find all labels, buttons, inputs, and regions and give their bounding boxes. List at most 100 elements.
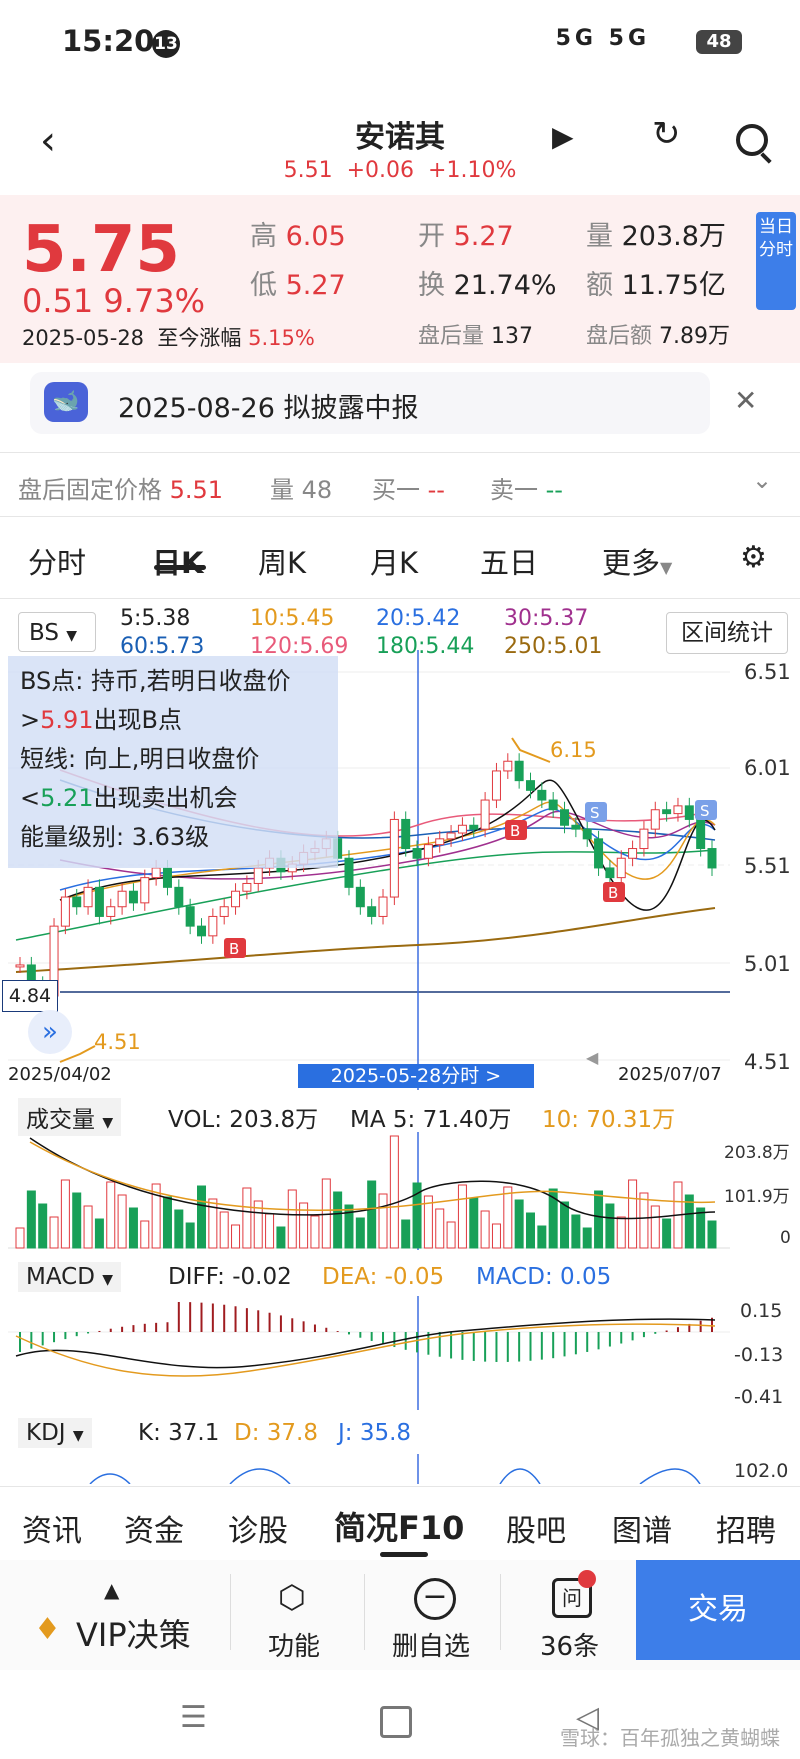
volume-bar [582,1227,592,1249]
tab-intraday[interactable]: 分时 [28,540,86,582]
after-vol-label: 盘后量 [418,324,485,349]
candle [378,896,388,917]
gear-icon[interactable]: ⚙ [740,540,767,575]
home-icon[interactable] [380,1706,412,1738]
candle [480,799,490,830]
intraday-button[interactable]: 当日分时 [756,212,796,310]
candle [197,925,207,937]
refresh-icon[interactable]: ↻ [652,114,681,154]
kdj-j: J: 35.8 [338,1420,412,1446]
candle [548,799,558,811]
vol-tick: 203.8万 [724,1143,790,1163]
volume-bar [15,1227,25,1249]
volume-bar [389,1135,399,1249]
change-pct: 9.73% [103,282,206,320]
volume-bar [650,1205,660,1249]
left-arrow-icon[interactable]: ◀ [586,1048,598,1067]
kdj-label: KDJ [26,1420,66,1446]
open-cell: 开 5.27 [418,214,514,253]
volume-bar [197,1185,207,1249]
chevron-up-icon[interactable]: ▲ [104,1578,119,1602]
messages-button[interactable]: 36条 [540,1626,599,1663]
low-label: 4.51 [94,1030,141,1054]
buy-value: -- [427,476,445,504]
tab-daily-k[interactable]: 日K [152,540,203,582]
tab-f10[interactable]: 简况F10 [334,1503,464,1549]
tab-funds[interactable]: 资金 [124,1506,184,1550]
kdj-select[interactable]: KDJ ▼ [18,1418,92,1448]
volume-bar [49,1216,59,1249]
tooltip-suffix: 出现卖出机会 [93,784,238,812]
tab-news[interactable]: 资讯 [22,1506,82,1550]
search-icon[interactable] [736,124,768,156]
divider [500,1574,501,1650]
tab-diagnosis[interactable]: 诊股 [228,1506,288,1550]
volume-select[interactable]: 成交量 ▼ [18,1098,122,1136]
header-change: +0.06 [346,158,415,183]
volume-bar [344,1204,354,1249]
tab-graph[interactable]: 图谱 [612,1506,672,1550]
unread-dot [578,1570,596,1588]
macd-select[interactable]: MACD ▼ [18,1262,122,1292]
candle [83,886,93,908]
candle [174,886,184,908]
battery-icon: 48 [696,30,742,54]
end-date: 2025/07/07 [618,1064,722,1085]
whale-icon: 🐋 [44,382,88,422]
buy-marker-text: B [608,884,618,902]
tab-more-label: 更多 [602,546,661,580]
turnover-label: 换 [418,270,445,301]
vol-cell: 量 203.8万 [586,214,726,253]
volume-bar [480,1210,490,1249]
volume-bar [469,1197,479,1249]
cursor-date-button[interactable]: 2025-05-28分时 > [298,1064,534,1088]
tooltip-line: 短线: 向上,明日收盘价 [20,745,260,773]
candle [140,877,150,904]
status-time: 15:20 [62,24,155,58]
buy-marker-text: B [510,822,520,840]
candle [491,770,501,801]
trade-button[interactable]: 交易 [636,1560,800,1660]
caret-down-icon: ▼ [102,1272,114,1288]
volume-bar [38,1203,48,1249]
tab-weekly-k[interactable]: 周K [258,540,306,582]
expand-icon[interactable]: » [28,1010,72,1054]
volume-bar [457,1184,467,1249]
candle [401,818,411,850]
tab-more[interactable]: 更多▼ [602,540,672,582]
tab-forum[interactable]: 股吧 [506,1506,566,1550]
menu-icon[interactable]: ☰ [180,1700,207,1735]
vol-tick: 101.9万 [724,1187,790,1207]
remove-watchlist-button[interactable]: 删自选 [392,1626,470,1663]
volume-bar [231,1224,241,1249]
candle [151,867,161,879]
tab-monthly-k[interactable]: 月K [370,540,418,582]
macd-dea: DEA: -0.05 [322,1264,445,1290]
caret-down-icon: ▼ [72,1428,84,1444]
range-stats-button[interactable]: 区间统计 [666,612,788,654]
chevron-down-icon[interactable]: ⌄ [752,466,772,494]
change-value: 0.51 [22,282,94,320]
tab-jobs[interactable]: 招聘 [716,1506,776,1550]
candle [605,867,615,879]
volume-chart [8,1132,730,1250]
vip-decision[interactable]: VIP决策 [76,1610,191,1656]
func-button[interactable]: 功能 [268,1626,320,1663]
tooltip-line: BS点: 持币,若明日收盘价 [20,667,291,695]
fixed-label: 盘后固定价格 [18,476,162,504]
candle [571,824,581,830]
close-icon[interactable]: ✕ [734,384,757,417]
tab-five-day[interactable]: 五日 [480,540,538,582]
divider [230,1574,231,1650]
volume-bar [219,1211,229,1249]
ma10: 10:5.45 [250,606,335,631]
indicator-select[interactable]: BS ▼ [18,612,96,652]
candle [537,789,547,801]
open-value: 5.27 [453,221,514,252]
tooltip-sell-value: 5.21 [40,784,94,812]
candle [117,890,127,908]
candle [60,896,70,927]
play-icon[interactable]: ▶ [552,120,574,153]
candle [696,818,706,850]
macd-tick: -0.13 [734,1344,784,1366]
